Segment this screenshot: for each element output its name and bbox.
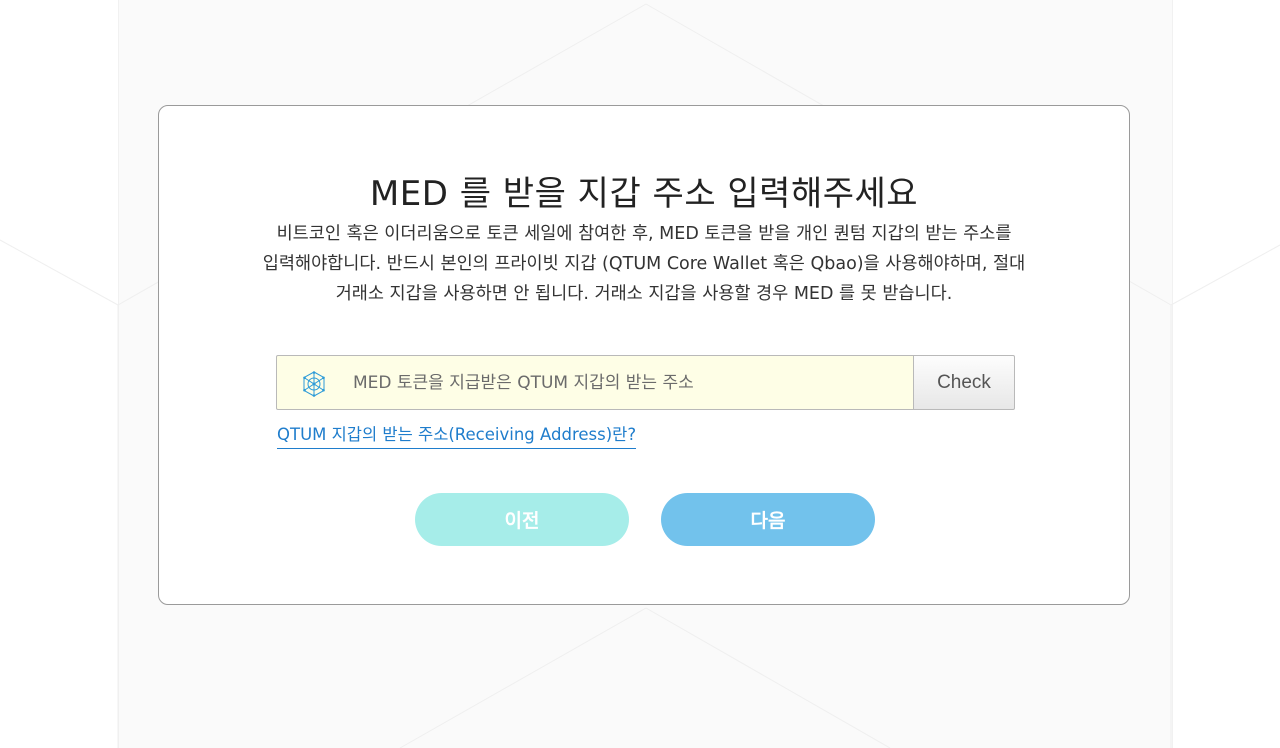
wallet-address-input[interactable]	[341, 356, 901, 409]
dialog-title: MED 를 받을 지갑 주소 입력해주세요	[369, 174, 919, 214]
address-field-container	[276, 355, 914, 410]
address-input-row: Check	[276, 355, 1015, 410]
qtum-logo-icon	[303, 371, 325, 397]
next-button[interactable]: 다음	[661, 493, 875, 546]
dialog-description: 비트코인 혹은 이더리움으로 토큰 세일에 참여한 후, MED 토큰을 받을 …	[262, 224, 1026, 304]
page: MED 를 받을 지갑 주소 입력해주세요 비트코인 혹은 이더리움으로 토큰 …	[0, 0, 1280, 748]
receiving-address-help-link[interactable]: QTUM 지갑의 받는 주소(Receiving Address)란?	[277, 421, 637, 449]
previous-button[interactable]: 이전	[415, 493, 629, 546]
wallet-address-dialog: MED 를 받을 지갑 주소 입력해주세요 비트코인 혹은 이더리움으로 토큰 …	[158, 105, 1130, 605]
check-button[interactable]: Check	[913, 355, 1015, 410]
